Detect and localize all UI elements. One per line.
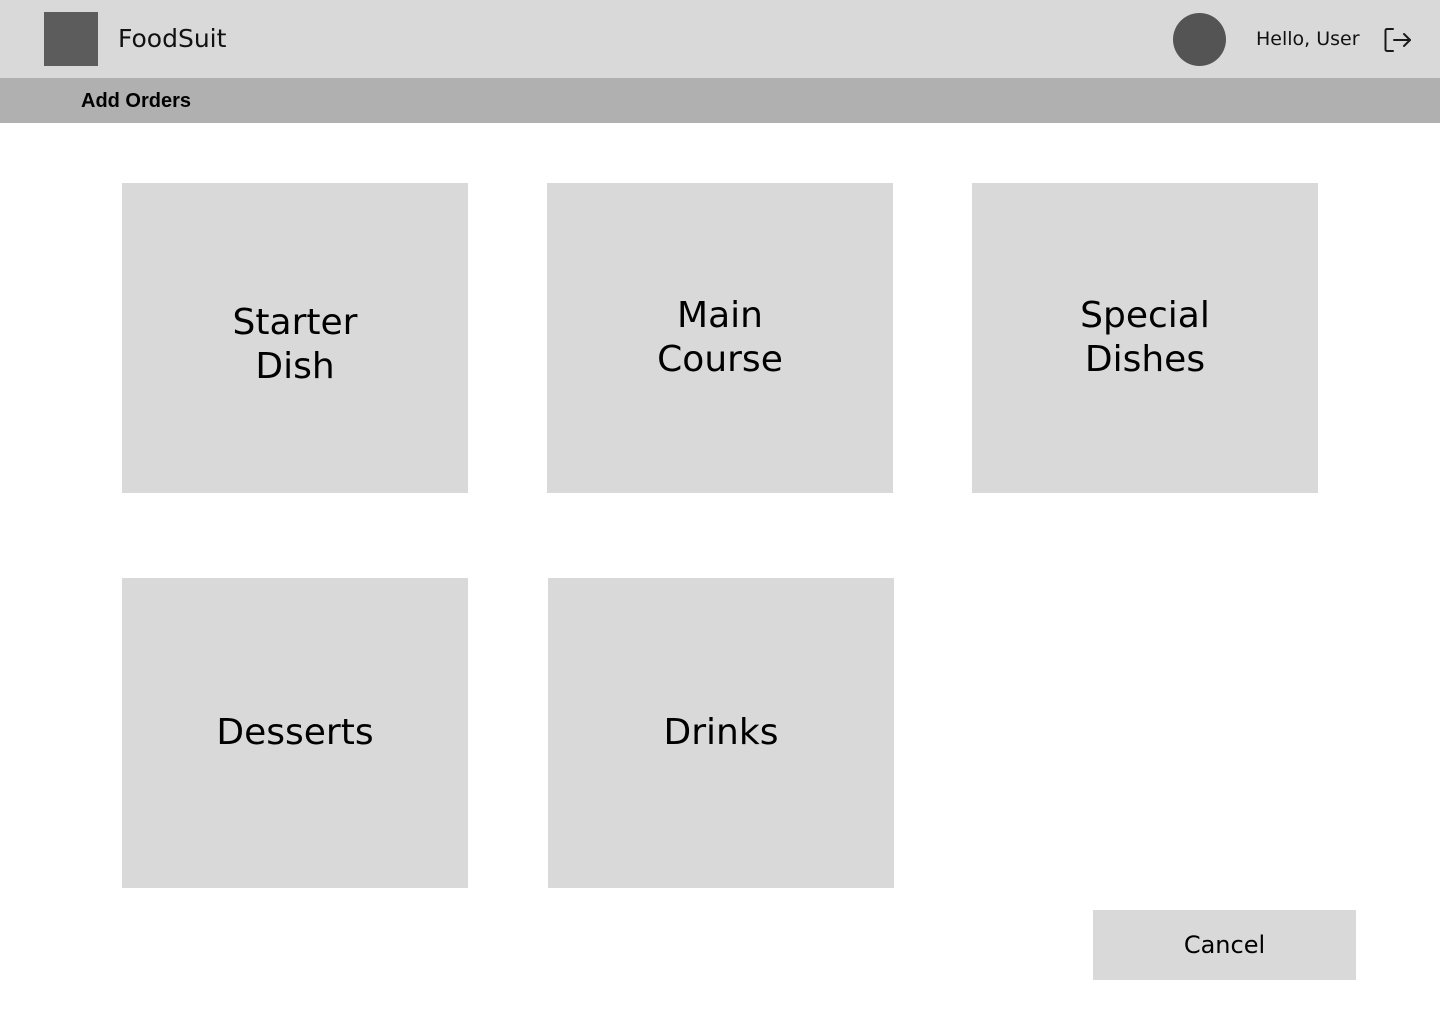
sub-header-bar xyxy=(0,78,1440,123)
app-logo-icon[interactable] xyxy=(44,12,98,66)
category-tile-special-dishes[interactable]: Special Dishes xyxy=(972,183,1318,493)
category-tile-starter-dish[interactable]: Starter Dish xyxy=(122,183,468,493)
logout-icon[interactable] xyxy=(1381,24,1413,56)
user-avatar[interactable] xyxy=(1173,13,1226,66)
category-tile-main-course[interactable]: Main Course xyxy=(547,183,893,493)
cancel-button[interactable]: Cancel xyxy=(1093,910,1356,980)
category-label: Starter Dish xyxy=(232,302,358,387)
category-label: Special Dishes xyxy=(1080,295,1210,380)
top-navigation-bar: FoodSuit Hello, User xyxy=(0,0,1440,78)
category-label: Main Course xyxy=(657,295,783,380)
user-greeting: Hello, User xyxy=(1256,28,1360,50)
category-tile-drinks[interactable]: Drinks xyxy=(548,578,894,888)
category-label: Drinks xyxy=(663,712,779,753)
category-label: Desserts xyxy=(216,712,374,753)
page-title: Add Orders xyxy=(81,90,192,112)
category-tile-desserts[interactable]: Desserts xyxy=(122,578,468,888)
app-name: FoodSuit xyxy=(118,24,227,53)
